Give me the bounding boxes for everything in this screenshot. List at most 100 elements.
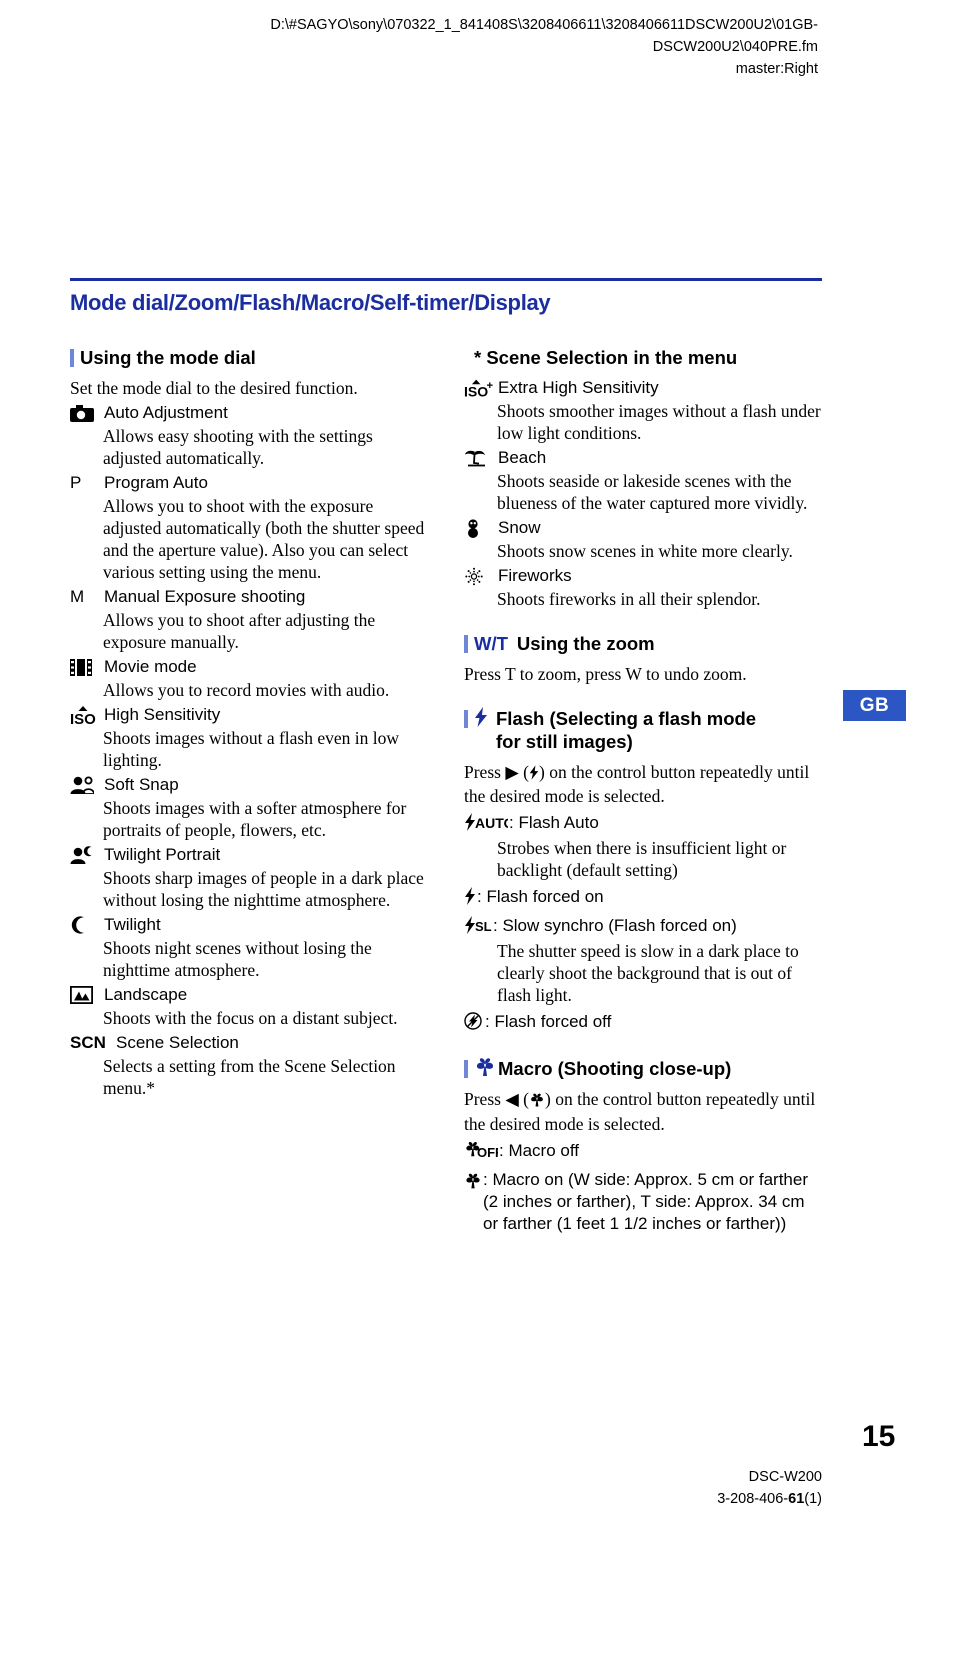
flash-on-icon [464,887,476,911]
flash-mode-label: : Flash forced on [477,887,604,906]
mode-desc: Shoots images without a flash even in lo… [103,728,400,770]
mode-entry-auto-adjustment: Auto Adjustment [70,402,428,424]
mode-entry-twilight-portrait: Twilight Portrait [70,844,428,866]
mode-label: Landscape [104,985,188,1004]
flash-mode-label: : Flash forced off [485,1012,612,1031]
scene-desc: Shoots fireworks in all their splendor. [497,589,761,609]
flash-mode-desc: The shutter speed is slow in a dark plac… [497,941,799,1005]
section-heading-flash: Flash (Selecting a flash mode for still … [464,707,822,753]
mode-desc: Shoots images with a softer atmosphere f… [103,798,407,840]
section-heading-scene-selection: * Scene Selection in the menu [464,346,822,369]
svg-text:OFF: OFF [477,1145,498,1159]
mode-entry-program-auto: P Program Auto [70,472,428,494]
soft-snap-icon [70,774,100,796]
mode-entry-high-sensitivity: ISO High Sensitivity [70,704,428,726]
flash-mode-forced-on: : Flash forced on [464,886,822,910]
footer-model: DSC-W200 [748,1469,822,1485]
mode-dial-intro: Set the mode dial to the desired functio… [70,378,358,398]
letter-p-icon: P [70,473,82,492]
zoom-body: Press T to zoom, press W to undo zoom. [464,664,747,684]
scene-entry-beach: Beach [464,447,822,469]
beach-icon [464,447,494,469]
page-content: Mode dial/Zoom/Flash/Macro/Self-timer/Di… [70,278,822,1235]
macro-flower-inline-icon [529,1091,545,1113]
section-heading-macro: Macro (Shooting close-up) [464,1057,822,1080]
mode-entry-landscape: Landscape [70,984,428,1006]
svg-text:SL: SL [475,919,492,934]
flash-mode-desc: Strobes when there is insufficient light… [497,838,787,880]
scene-label: Beach [498,448,547,467]
scene-entry-snow: Snow [464,517,822,539]
footer-part-a: 3-208-406- [717,1491,789,1507]
zoom-heading-prefix: W/T [474,633,508,654]
flash-intro-a: Press [464,762,506,782]
right-arrow-icon: ▶ [505,762,519,782]
flash-auto-icon: AUTO [464,813,515,837]
title-rule [70,278,822,281]
camera-icon [70,402,100,424]
macro-on-icon [464,1172,482,1196]
heading-bar-icon [464,710,468,728]
mode-label: Program Auto [104,473,208,492]
flash-bolt-icon [474,707,494,729]
flash-heading-line2: for still images) [496,731,633,752]
footer-part-number: 3-208-406-61(1) [717,1488,822,1510]
section-heading-mode-dial: Using the mode dial [70,346,428,369]
language-tab-gb: GB [843,690,906,721]
scene-entry-fireworks: Fireworks [464,565,822,587]
flash-off-icon [464,1012,484,1036]
document-footer: DSC-W200 3-208-406-61(1) [717,1466,822,1510]
scn-text-icon: SCN [70,1033,106,1052]
page-number: 15 [862,1420,896,1453]
flash-mode-label: : Flash Auto [509,813,599,832]
svg-text:+: + [487,380,494,392]
scene-desc: Shoots smoother images without a flash u… [497,401,821,443]
flash-mode-forced-off: : Flash forced off [464,1011,822,1035]
left-column: Using the mode dial Set the mode dial to… [70,346,428,1100]
mode-label: Scene Selection [116,1033,239,1052]
document-path-header: D:\#SAGYO\sony\070322_1_841408S\32084066… [118,14,818,80]
heading-text: Using the zoom [516,633,655,654]
flash-intro-b: ( [518,762,529,782]
flash-heading-line1: Flash (Selecting a flash mode [496,708,757,729]
macro-intro-b: ( [518,1089,529,1109]
header-line-1: D:\#SAGYO\sony\070322_1_841408S\32084066… [270,17,818,33]
left-arrow-icon: ◀ [505,1089,519,1109]
mode-entry-manual-exposure: M Manual Exposure shooting [70,586,428,608]
scene-desc: Shoots snow scenes in white more clearly… [497,541,793,561]
landscape-icon [70,984,100,1006]
heading-text: Macro (Shooting close-up) [498,1058,732,1079]
mode-label: Twilight Portrait [104,845,221,864]
iso-plus-icon: ISO + [464,377,494,399]
mode-entry-soft-snap: Soft Snap [70,774,428,796]
scene-label: Fireworks [498,566,572,585]
mode-desc: Allows easy shooting with the settings a… [103,426,373,468]
svg-text:AUTO: AUTO [475,815,508,831]
heading-text: Using the mode dial [80,347,256,368]
macro-item-label: : Macro off [499,1141,579,1160]
scene-label: Extra High Sensitivity [498,378,659,397]
flash-mode-label: : Slow synchro (Flash forced on) [493,916,737,935]
mode-label: High Sensitivity [104,705,221,724]
flash-intro: Press ▶ () on the control button repeate… [464,761,822,807]
scene-desc: Shoots seaside or lakeside scenes with t… [497,471,808,513]
mode-desc: Allows you to shoot after adjusting the … [103,610,376,652]
heading-bar-icon [464,635,468,653]
right-column: * Scene Selection in the menu ISO + Extr… [464,346,822,1235]
macro-intro-a: Press [464,1089,506,1109]
macro-intro: Press ◀ () on the control button repeate… [464,1088,822,1135]
scene-entry-extra-high-sensitivity: ISO + Extra High Sensitivity [464,377,822,399]
header-line-2: DSCW200U2\040PRE.fm [652,39,818,55]
svg-text:ISO: ISO [70,711,96,725]
flash-mode-slow-synchro: SL : Slow synchro (Flash forced on) [464,915,822,939]
macro-flower-icon [474,1057,498,1079]
two-column-layout: Using the mode dial Set the mode dial to… [70,346,822,1235]
heading-text: * Scene Selection in the menu [474,347,738,368]
macro-off-icon: OFF [464,1141,503,1165]
flash-bolt-inline-icon [529,763,539,785]
flash-slow-sync-icon: SL [464,916,492,940]
film-strip-icon [70,656,100,678]
letter-m-icon: M [70,587,85,606]
mode-entry-movie-mode: Movie mode [70,656,428,678]
twilight-portrait-icon [70,844,100,866]
